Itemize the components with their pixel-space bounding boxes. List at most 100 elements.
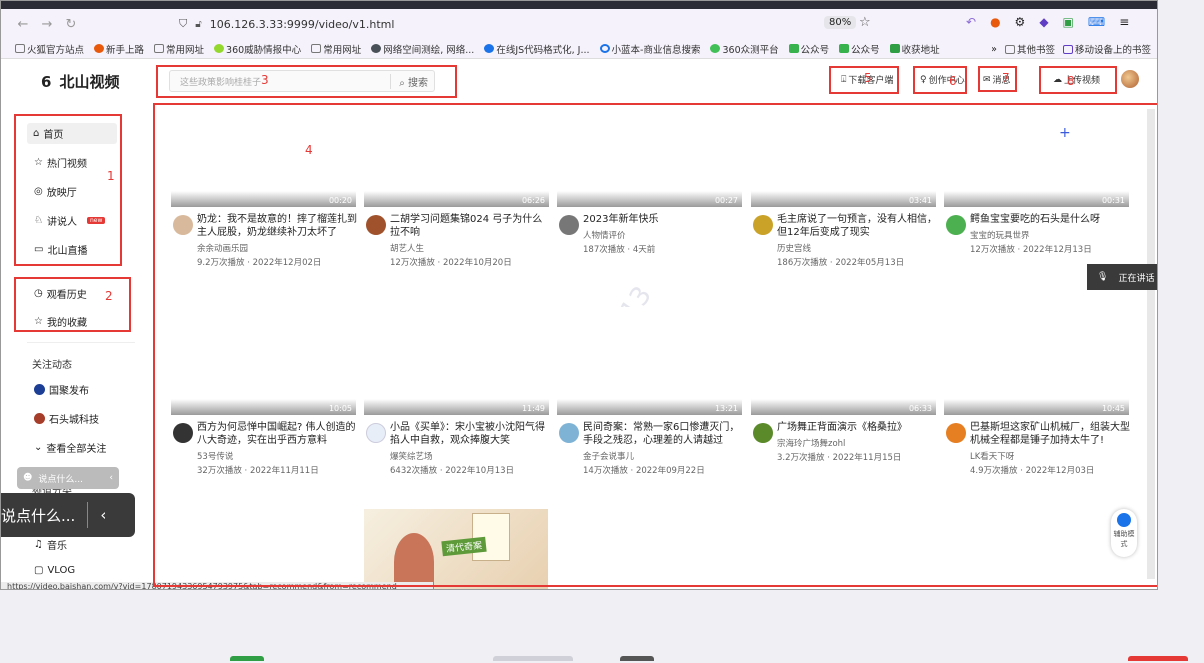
- video-thumbnail[interactable]: 00:31: [944, 99, 1129, 207]
- bookmark-item[interactable]: 网络空间测绘, 网络...: [371, 42, 474, 56]
- video-title[interactable]: 西方为何忌惮中国崛起? 伟人创造的八大奇迹，实在出乎西方意料: [197, 421, 357, 447]
- bookmark-folder-other[interactable]: 其他书签: [1004, 42, 1055, 56]
- zoom-badge[interactable]: 80%: [824, 16, 857, 29]
- reload-icon[interactable]: ↻: [59, 17, 83, 32]
- video-title[interactable]: 民间奇案：常熟一家6口惨遭灭门，手段之残忍，心理差的人请越过: [583, 421, 743, 447]
- author-avatar[interactable]: [559, 215, 579, 235]
- sidebar-item-live[interactable]: ▭ 北山直播: [34, 242, 87, 257]
- video-author[interactable]: 宝宝的玩具世界: [970, 229, 1030, 241]
- sidebar-item-hot[interactable]: ☆ 热门视频: [34, 155, 87, 170]
- video-title[interactable]: 奶龙：我不是故意的！摔了榴莲扎到主人屁股，奶龙继续补刀太坏了: [197, 213, 357, 239]
- video-thumbnail[interactable]: 00:20: [171, 99, 356, 207]
- bookmark-item[interactable]: 火狐官方站点: [15, 42, 84, 56]
- author-avatar[interactable]: [753, 215, 773, 235]
- taskbar-app-icon[interactable]: [493, 656, 573, 661]
- bookmark-item[interactable]: 360众测平台: [710, 42, 779, 56]
- video-author[interactable]: 53号传说: [197, 450, 233, 462]
- author-avatar[interactable]: [753, 423, 773, 443]
- sidebar-item-theater[interactable]: ◎ 放映厅: [34, 184, 77, 199]
- site-logo[interactable]: 6 北山视频: [41, 71, 119, 92]
- author-avatar[interactable]: [946, 215, 966, 235]
- video-card[interactable]: 10:05 西方为何忌惮中国崛起? 伟人创造的八大奇迹，实在出乎西方意料 53号…: [171, 307, 356, 476]
- bookmark-item[interactable]: 常用网址: [154, 42, 204, 56]
- author-avatar[interactable]: [173, 423, 193, 443]
- video-card[interactable]: 11:49 小品《买单》：宋小宝被小沈阳气得掐人中自救，观众捧腹大笑 爆笑综艺场…: [364, 307, 549, 476]
- search-input[interactable]: 这些政策影响桂桂子 ⌕ 搜索: [169, 70, 435, 92]
- video-card[interactable]: 00:27 2023年新年快乐 人物情评价 187次播放 · 4天前: [557, 99, 742, 255]
- assist-mode-button[interactable]: 辅助模式: [1111, 509, 1137, 557]
- bookmark-item[interactable]: 在线JS代码格式化, J...: [484, 42, 590, 56]
- video-card[interactable]: 06:26 二胡学习问题集锦024 弓子为什么拉不响 胡艺人生 12万次播放 ·…: [364, 99, 549, 268]
- video-card[interactable]: 00:31 鳄鱼宝宝要吃的石头是什么呀 宝宝的玩具世界 12万次播放 · 202…: [944, 99, 1129, 255]
- video-author[interactable]: LK看天下呀: [970, 450, 1014, 462]
- video-thumbnail[interactable]: 11:49: [364, 307, 549, 415]
- scrollbar[interactable]: [1147, 109, 1155, 579]
- bookmark-item[interactable]: 新手上路: [94, 42, 144, 56]
- back-icon[interactable]: ←: [11, 17, 35, 32]
- video-thumbnail[interactable]: 06:33: [751, 307, 936, 415]
- video-author[interactable]: 爆笑综艺场: [390, 450, 433, 462]
- video-author[interactable]: 余余动画乐园: [197, 242, 248, 254]
- bookmark-folder-mobile[interactable]: 移动设备上的书签: [1062, 42, 1151, 56]
- upload-video-button[interactable]: ☁ 上传视频: [1053, 73, 1100, 87]
- video-thumbnail[interactable]: 00:27: [557, 99, 742, 207]
- sidebar-item-history[interactable]: ◷ 观看历史: [34, 286, 87, 301]
- follow-item[interactable]: 石头城科技: [34, 411, 99, 426]
- video-card[interactable]: 10:45 巴基斯坦这家矿山机械厂，组装大型机械全程都是锤子加持太牛了! LK看…: [944, 307, 1130, 476]
- video-card[interactable]: 06:33 广场舞正背面演示《格桑拉》 宗海玲广场舞zohl 3.2万次播放 ·…: [751, 307, 936, 463]
- sidebar-item-favorites[interactable]: ☆ 我的收藏: [34, 314, 87, 329]
- user-avatar[interactable]: [1121, 70, 1139, 88]
- video-title[interactable]: 二胡学习问题集锦024 弓子为什么拉不响: [390, 213, 550, 239]
- forward-icon[interactable]: →: [35, 17, 59, 32]
- undo-icon[interactable]: ↶: [966, 15, 976, 29]
- video-thumbnail[interactable]: 10:45: [944, 307, 1129, 415]
- author-avatar[interactable]: [946, 423, 966, 443]
- video-card[interactable]: 00:20 奶龙：我不是故意的！摔了榴莲扎到主人屁股，奶龙继续补刀太坏了 余余动…: [171, 99, 357, 268]
- video-title[interactable]: 广场舞正背面演示《格桑拉》: [777, 421, 937, 434]
- bookmark-item[interactable]: 360威胁情报中心: [214, 42, 301, 56]
- video-thumbnail[interactable]: 13:21: [557, 307, 742, 415]
- category-item-vlog[interactable]: ▢ VLOG: [34, 565, 75, 576]
- video-title[interactable]: 2023年新年快乐: [583, 213, 743, 226]
- taskbar-app-icon[interactable]: [230, 656, 264, 661]
- extension-green-icon[interactable]: ▣: [1063, 15, 1074, 29]
- extension-diamond-icon[interactable]: ◆: [1039, 15, 1048, 29]
- video-title[interactable]: 鳄鱼宝宝要吃的石头是什么呀: [970, 213, 1130, 226]
- video-author[interactable]: 金子会说事儿: [583, 450, 634, 462]
- video-author[interactable]: 宗海玲广场舞zohl: [777, 437, 845, 449]
- bookmark-item[interactable]: 公众号: [788, 42, 829, 56]
- search-button[interactable]: ⌕ 搜索: [390, 74, 428, 89]
- video-title[interactable]: 巴基斯坦这家矿山机械厂，组装大型机械全程都是锤子加持太牛了!: [970, 421, 1130, 447]
- category-item-music[interactable]: ♫ 音乐: [34, 537, 67, 552]
- video-thumbnail[interactable]: 06:26: [364, 99, 549, 207]
- address-bar[interactable]: ⛉ 🔓︎ 106.126.3.33:9999/video/v1.html 80%…: [179, 13, 879, 35]
- bookmark-item[interactable]: 收获地址: [889, 42, 940, 56]
- author-avatar[interactable]: [366, 215, 386, 235]
- comment-float-large[interactable]: 说点什么... ‹: [1, 493, 135, 537]
- follow-item[interactable]: 国聚发布: [34, 382, 89, 397]
- video-card[interactable]: 03:41 毛主席说了一句预言，没有人相信，但12年后变成了现实 历史宫线 18…: [751, 99, 937, 268]
- insecure-lock-icon[interactable]: 🔓︎: [195, 19, 201, 30]
- sidebar-item-home[interactable]: ⌂ 首页: [27, 123, 117, 144]
- bookmark-star-icon[interactable]: ☆: [859, 15, 871, 30]
- more-bookmarks-icon[interactable]: »: [991, 44, 997, 55]
- author-avatar[interactable]: [173, 215, 193, 235]
- taskbar-app-icon[interactable]: [1128, 656, 1188, 661]
- view-all-follows[interactable]: ⌄ 查看全部关注: [34, 440, 106, 455]
- bookmark-item[interactable]: 公众号: [839, 42, 880, 56]
- extension-gear-icon[interactable]: ⚙: [1015, 15, 1026, 29]
- creator-center-button[interactable]: ♀ 创作中心: [920, 73, 965, 87]
- video-thumbnail[interactable]: 03:41: [751, 99, 936, 207]
- video-card[interactable]: 13:21 民间奇案：常熟一家6口惨遭灭门，手段之残忍，心理差的人请越过 金子会…: [557, 307, 742, 476]
- bookmark-item[interactable]: 小蓝本-商业信息搜索: [599, 42, 700, 56]
- video-thumbnail[interactable]: 清代奇案: [364, 509, 548, 589]
- video-title[interactable]: 毛主席说了一句预言，没有人相信，但12年后变成了现实: [777, 213, 937, 239]
- video-author[interactable]: 历史宫线: [777, 242, 811, 254]
- chevron-left-icon[interactable]: ‹: [100, 506, 106, 524]
- author-avatar[interactable]: [559, 423, 579, 443]
- comment-float-small[interactable]: ☻ 说点什么... ‹: [17, 467, 119, 489]
- extension-red-icon[interactable]: ●: [990, 15, 1000, 29]
- video-author[interactable]: 胡艺人生: [390, 242, 424, 254]
- video-thumbnail[interactable]: 10:05: [171, 307, 356, 415]
- speaking-indicator[interactable]: 🎙︎ 正在讲话: [1087, 264, 1157, 290]
